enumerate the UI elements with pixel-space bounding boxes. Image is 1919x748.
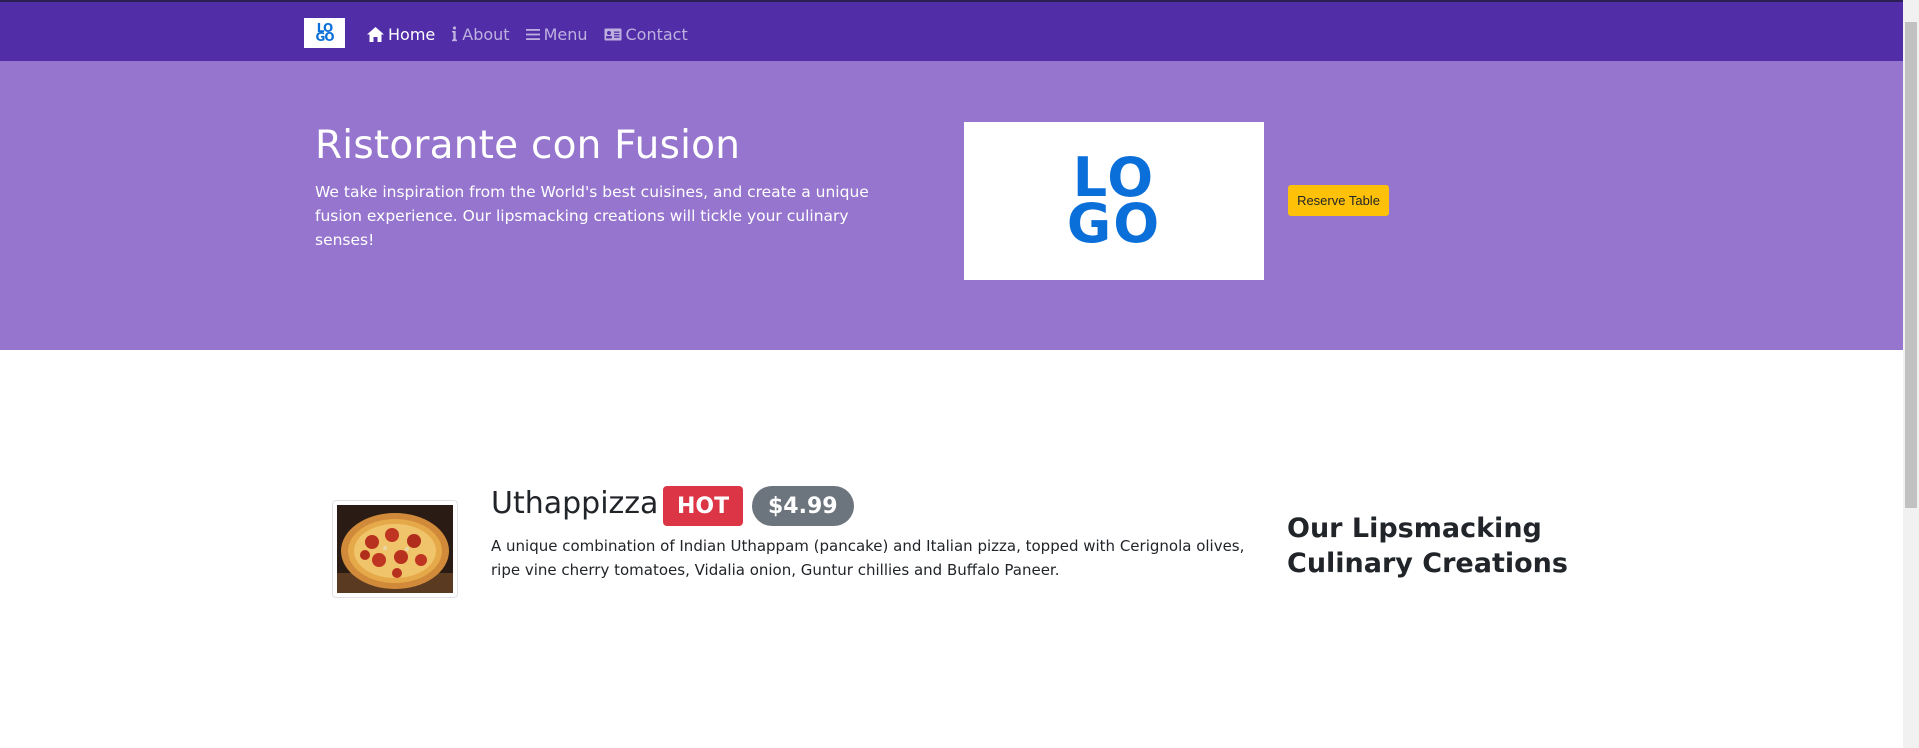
nav-links: Home About Menu Contact xyxy=(367,21,704,47)
nav-item-about[interactable]: About xyxy=(451,24,510,44)
scrollbar-thumb[interactable] xyxy=(1905,22,1917,508)
nav-item-menu[interactable]: Menu xyxy=(525,24,588,44)
logo-wordmark: LO GO xyxy=(1066,146,1162,255)
price-badge: $4.99 xyxy=(752,486,854,526)
hero-text: We take inspiration from the World's bes… xyxy=(315,183,869,249)
list-icon xyxy=(525,28,540,41)
hero-title: Ristorante con Fusion xyxy=(315,123,741,168)
nav-item-home[interactable]: Home xyxy=(367,25,435,44)
brand-logo-mark: LO GO xyxy=(315,21,334,44)
nav-item-about-label: About xyxy=(462,24,510,44)
nav-item-contact[interactable]: Contact xyxy=(604,25,688,44)
side-heading: Our Lipsmacking Culinary Creations xyxy=(1287,513,1568,579)
nav-item-contact-label: Contact xyxy=(625,24,688,44)
navbar-brand-logo[interactable]: LO GO xyxy=(304,18,345,48)
dish-description: A unique combination of Indian Uthappam … xyxy=(491,537,1245,579)
navbar: LO GO Home About Menu Contact xyxy=(0,2,1903,61)
jumbotron: Ristorante con Fusion We take inspiratio… xyxy=(0,61,1903,350)
nav-item-menu-label: Menu xyxy=(543,24,588,44)
hero-logo: LO GO xyxy=(964,122,1264,280)
home-icon xyxy=(367,26,384,42)
reserve-table-button[interactable]: Reserve Table xyxy=(1288,185,1389,216)
hot-badge: HOT xyxy=(663,486,744,526)
pizza-image xyxy=(337,505,453,593)
nav-item-home-label: Home xyxy=(388,24,436,44)
address-card-icon xyxy=(604,28,622,41)
info-icon xyxy=(451,26,458,42)
dish-name: Uthappizza xyxy=(491,486,659,521)
dish-image xyxy=(332,500,458,598)
